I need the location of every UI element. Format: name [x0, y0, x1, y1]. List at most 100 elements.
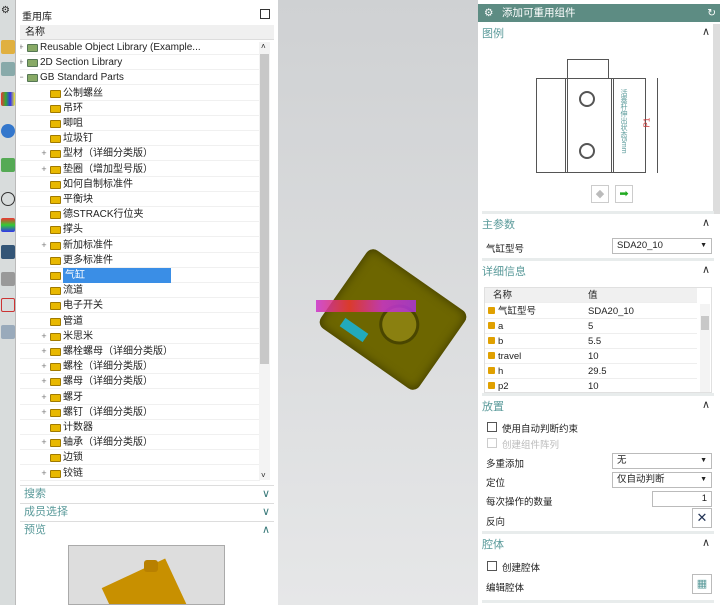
chevron-up-icon[interactable]: ∧: [702, 536, 710, 549]
tree-item[interactable]: 撑头: [20, 222, 260, 238]
param-value[interactable]: 5.5: [588, 334, 601, 349]
expand-icon[interactable]: +: [40, 405, 48, 420]
table-row[interactable]: b 5.5: [485, 334, 697, 349]
table-row[interactable]: h 29.5: [485, 364, 697, 379]
expand-icon[interactable]: +: [40, 344, 48, 359]
tree-item[interactable]: + 垫圈（增加型号版）: [20, 162, 260, 177]
history-icon[interactable]: [1, 158, 15, 172]
expand-icon[interactable]: +: [20, 55, 25, 70]
tree-item[interactable]: 气缸: [20, 268, 260, 283]
reset-icon[interactable]: ↻: [707, 4, 716, 22]
table-row[interactable]: 气缸型号 SDA20_10: [485, 304, 697, 319]
placement-header[interactable]: 放置: [482, 401, 504, 413]
tree-item[interactable]: + 螺栓螺母（详细分类版）: [20, 344, 260, 359]
expand-icon[interactable]: +: [40, 466, 48, 481]
tree-item[interactable]: 公制螺丝: [20, 86, 260, 101]
table-row[interactable]: travel 10: [485, 349, 697, 364]
param-value[interactable]: 29.5: [588, 364, 607, 379]
tree-item[interactable]: + 米思米: [20, 329, 260, 344]
system-materials-icon[interactable]: [1, 272, 15, 286]
param-value[interactable]: SDA20_10: [588, 304, 634, 319]
param-value[interactable]: 10: [588, 349, 599, 364]
tree-item[interactable]: +2D Section Library: [20, 55, 260, 71]
tree-item[interactable]: 平衡块: [20, 192, 260, 207]
lock-icon[interactable]: [488, 367, 495, 374]
preview-section[interactable]: 预览 ∧: [20, 521, 274, 538]
settings-icon[interactable]: ⚙: [1, 6, 15, 20]
lock-icon[interactable]: [488, 352, 495, 359]
tree-item[interactable]: 唧咀: [20, 116, 260, 131]
tree-item[interactable]: 管道: [20, 314, 260, 329]
tree-item[interactable]: 更多标准件: [20, 253, 260, 268]
clock-icon[interactable]: [1, 192, 15, 206]
column-header-name[interactable]: 名称: [20, 25, 274, 40]
expand-icon[interactable]: +: [40, 238, 48, 253]
graphics-viewport[interactable]: [278, 0, 478, 605]
legend-header[interactable]: 图例: [482, 28, 504, 40]
tree-item[interactable]: + 螺钉（详细分类版）: [20, 405, 260, 420]
web-browser-icon[interactable]: [1, 124, 15, 138]
collapse-icon[interactable]: −: [20, 70, 25, 85]
assembly-navigator-icon[interactable]: [1, 40, 15, 54]
tree-item[interactable]: − GB Standard Parts: [20, 70, 260, 86]
param-value[interactable]: 10: [588, 379, 599, 394]
reverse-direction-button[interactable]: ✕: [692, 508, 712, 528]
search-section[interactable]: 搜索 ∨: [20, 485, 274, 502]
param-value[interactable]: 5: [588, 319, 593, 334]
tree-item[interactable]: + 螺牙: [20, 390, 260, 405]
dialog-scrollbar[interactable]: [713, 24, 720, 214]
chevron-up-icon[interactable]: ∧: [702, 25, 710, 38]
chevron-up-icon[interactable]: ∧: [262, 522, 270, 539]
tree-item[interactable]: + 新加标准件: [20, 238, 260, 253]
tree-item[interactable]: 电子开关: [20, 298, 260, 314]
chevron-down-icon[interactable]: ∨: [262, 486, 270, 503]
edit-cavity-button[interactable]: ▦: [692, 574, 712, 594]
cylinder-model-dropdown[interactable]: SDA20_10 ▼: [612, 238, 712, 254]
chevron-up-icon[interactable]: ∧: [702, 263, 710, 276]
position-dropdown[interactable]: 仅自动判断 ▼: [612, 472, 712, 488]
expand-icon[interactable]: +: [20, 40, 25, 55]
tree-item[interactable]: 计数器: [20, 420, 260, 435]
tree-item[interactable]: + 轴承（详细分类版）: [20, 435, 260, 451]
tree-item[interactable]: + Reusable Object Library (Example...: [20, 40, 260, 55]
lock-icon[interactable]: [488, 382, 495, 389]
chevron-up-icon[interactable]: ∧: [702, 216, 710, 229]
tree-item[interactable]: 德STRACK行位夹: [20, 207, 260, 223]
expand-icon[interactable]: +: [40, 359, 48, 374]
scroll-up-icon[interactable]: ˄: [261, 42, 266, 51]
member-select-section[interactable]: 成员选择 ∨: [20, 503, 274, 520]
tree-item[interactable]: + 螺母（详细分类版）: [20, 374, 260, 390]
chevron-down-icon[interactable]: ∨: [262, 504, 270, 521]
manufacturing-icon[interactable]: [1, 325, 15, 339]
expand-icon[interactable]: +: [40, 329, 48, 344]
previous-image-button[interactable]: ◆: [591, 185, 609, 203]
next-image-button[interactable]: ➡: [615, 185, 633, 203]
tree-scrollbar[interactable]: ˄ ˅: [259, 42, 270, 480]
chevron-up-icon[interactable]: ∧: [702, 398, 710, 411]
expand-icon[interactable]: +: [40, 390, 48, 405]
cavity-header[interactable]: 腔体: [482, 539, 504, 551]
col-name[interactable]: 名称: [493, 288, 512, 303]
cylinder-model[interactable]: [316, 246, 470, 393]
scroll-down-icon[interactable]: ˅: [261, 471, 266, 480]
multi-add-dropdown[interactable]: 无 ▼: [612, 453, 712, 469]
expand-icon[interactable]: +: [40, 162, 48, 177]
expand-icon[interactable]: +: [40, 374, 48, 389]
lock-icon[interactable]: [488, 322, 495, 329]
table-row[interactable]: p2 10: [485, 379, 697, 394]
tree-item[interactable]: 边锁: [20, 450, 260, 466]
auto-constraint-checkbox[interactable]: [487, 422, 497, 432]
col-value[interactable]: 值: [588, 288, 598, 303]
constraint-navigator-icon[interactable]: [1, 62, 15, 76]
lock-icon[interactable]: [488, 337, 495, 344]
count-input[interactable]: 1: [652, 491, 712, 507]
scroll-thumb[interactable]: [701, 316, 709, 330]
lock-icon[interactable]: [488, 307, 495, 314]
tree-item[interactable]: 如何自制标准件: [20, 177, 260, 192]
tree-item[interactable]: + 型材（详细分类版）: [20, 146, 260, 162]
table-row[interactable]: a5: [485, 319, 697, 334]
scroll-thumb[interactable]: [260, 54, 269, 364]
tree-item[interactable]: 垃圾钉: [20, 131, 260, 147]
reuse-library-icon[interactable]: [1, 92, 15, 106]
process-studio-icon[interactable]: [1, 298, 15, 312]
